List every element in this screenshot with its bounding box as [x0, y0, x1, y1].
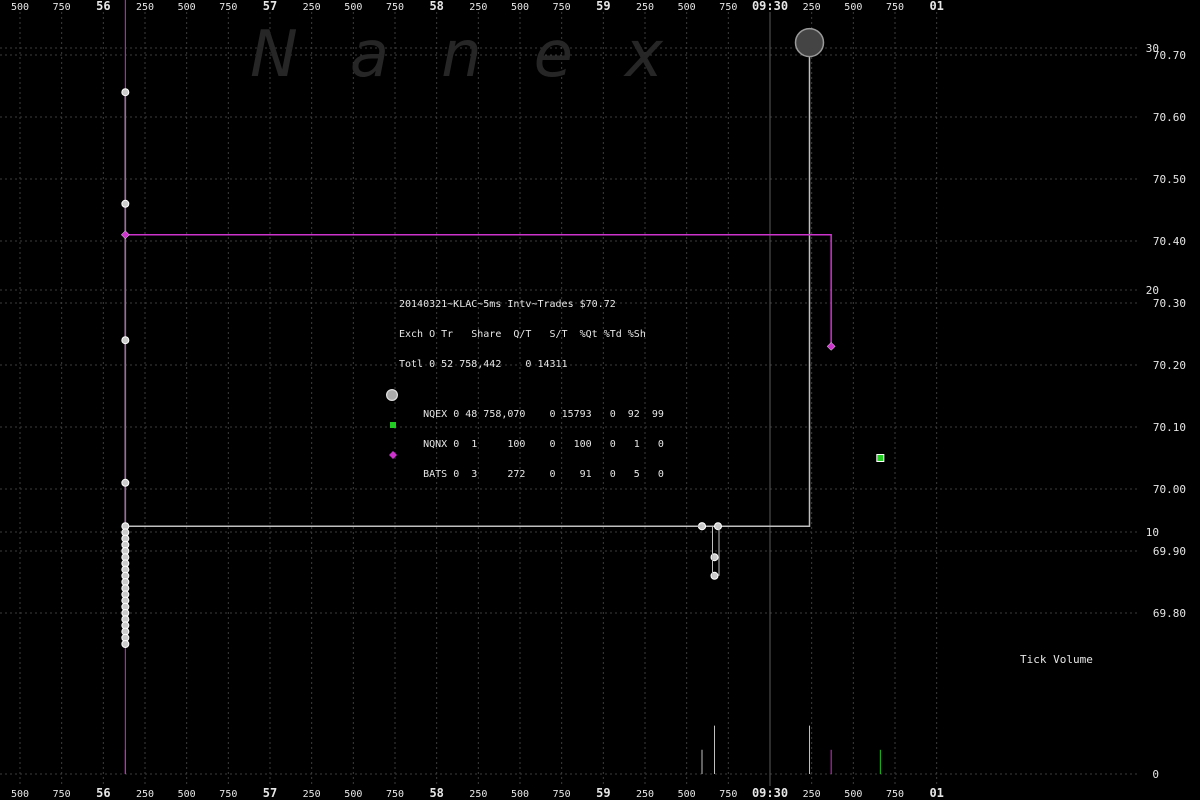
time-tick-label-top: 500: [178, 2, 196, 13]
time-tick-label-top: 750: [219, 2, 237, 13]
nqex-trade-point: [121, 640, 130, 648]
time-tick-label-top: 750: [719, 2, 737, 13]
time-tick-label-top: 500: [844, 2, 862, 13]
time-tick-label-top: 250: [469, 2, 487, 13]
nqex-large-trade-point: [794, 27, 825, 58]
stats-nqex-row: NQEX 0 48 758,070 0 15793 0 92 99: [386, 389, 664, 420]
time-tick-label-bottom: 750: [719, 789, 737, 800]
nqnx-trade-point: [876, 454, 885, 462]
time-tick-label-top: 58: [429, 0, 443, 13]
time-tick-label-bottom: 750: [386, 789, 404, 800]
time-tick-label-top: 500: [344, 2, 362, 13]
bats-trade-point: [120, 230, 130, 240]
time-tick-label-top: 56: [96, 0, 110, 13]
tick-volume-label: Tick Volume: [1020, 653, 1093, 666]
nqex-trade-point: [121, 478, 130, 487]
time-tick-label-bottom: 250: [303, 789, 321, 800]
nqex-trade-point: [121, 88, 130, 97]
nqex-trade-point: [121, 199, 130, 208]
time-tick-label-bottom: 250: [136, 789, 154, 800]
time-tick-label-top: 500: [511, 2, 529, 13]
time-tick-label-bottom: 500: [11, 789, 29, 800]
time-tick-label-bottom: 500: [511, 789, 529, 800]
time-tick-label-top: 750: [553, 2, 571, 13]
volume-tick-label: 30: [1146, 42, 1159, 55]
stats-header-row: Exch O Tr Share Q/T S/T %Qt %Td %Sh: [399, 329, 646, 340]
stats-bats-row: BATS 0 3 272 0 91 0 5 0: [389, 450, 664, 480]
time-tick-label-bottom: 750: [53, 789, 71, 800]
time-tick-label-bottom: 500: [844, 789, 862, 800]
time-tick-label-bottom: 500: [344, 789, 362, 800]
price-tick-label: 70.20: [1153, 359, 1186, 372]
time-tick-label-bottom: 750: [886, 789, 904, 800]
time-tick-label-bottom: 09:30: [752, 786, 788, 800]
time-tick-label-top: 250: [636, 2, 654, 13]
nqex-trade-point: [121, 336, 130, 345]
time-tick-label-bottom: 56: [96, 786, 110, 800]
time-tick-label-bottom: 250: [469, 789, 487, 800]
time-tick-label-top: 500: [11, 2, 29, 13]
stats-nqnx-row: NQNX 0 1 100 0 100 0 1 0: [390, 420, 664, 450]
time-tick-label-bottom: 500: [678, 789, 696, 800]
price-tick-label: 69.80: [1153, 607, 1186, 620]
time-tick-label-top: 750: [386, 2, 404, 13]
bats-legend-marker: [389, 451, 397, 459]
price-tick-label: 70.10: [1153, 421, 1186, 434]
time-tick-label-bottom: 500: [178, 789, 196, 800]
time-tick-label-bottom: 750: [219, 789, 237, 800]
volume-tick-label: 20: [1146, 284, 1159, 297]
nqex-trade-point: [714, 522, 722, 531]
time-tick-label-top: 750: [886, 2, 904, 13]
time-tick-label-bottom: 58: [429, 786, 443, 800]
time-tick-label-top: 250: [136, 2, 154, 13]
price-tick-label: 70.30: [1153, 297, 1186, 310]
time-tick-label-top: 500: [678, 2, 696, 13]
nanex-watermark: Nanex: [250, 18, 715, 92]
time-tick-label-top: 250: [803, 2, 821, 13]
time-tick-label-top: 57: [263, 0, 277, 13]
time-tick-label-bottom: 250: [803, 789, 821, 800]
time-tick-label-top: 250: [303, 2, 321, 13]
price-tick-label: 70.60: [1153, 111, 1186, 124]
time-tick-label-bottom: 57: [263, 786, 277, 800]
time-tick-label-bottom: 59: [596, 786, 610, 800]
time-tick-label-top: 09:30: [752, 0, 788, 13]
volume-tick-label: 10: [1146, 526, 1159, 539]
time-tick-label-bottom: 750: [553, 789, 571, 800]
nqex-legend-marker: [386, 389, 398, 401]
time-tick-label-bottom: 01: [929, 786, 943, 800]
stats-total-row: Totl 0 52 758,442 0 14311: [399, 359, 568, 370]
price-tick-label: 70.50: [1153, 173, 1186, 186]
price-tick-label: 70.00: [1153, 483, 1186, 496]
time-tick-label-top: 750: [53, 2, 71, 13]
time-tick-label-bottom: 250: [636, 789, 654, 800]
nqnx-legend-marker: [390, 422, 396, 428]
volume-tick-label: 0: [1152, 768, 1159, 781]
price-tick-label: 70.40: [1153, 235, 1186, 248]
bats-trade-point: [826, 342, 836, 351]
time-tick-label-top: 59: [596, 0, 610, 13]
time-tick-label-top: 01: [929, 0, 943, 13]
stats-title: 20140321~KLAC~5ms Intv~Trades $70.72: [399, 299, 616, 310]
stats-box: 20140321~KLAC~5ms Intv~Trades $70.72 Exc…: [386, 280, 664, 480]
price-tick-label: 69.90: [1153, 545, 1186, 558]
